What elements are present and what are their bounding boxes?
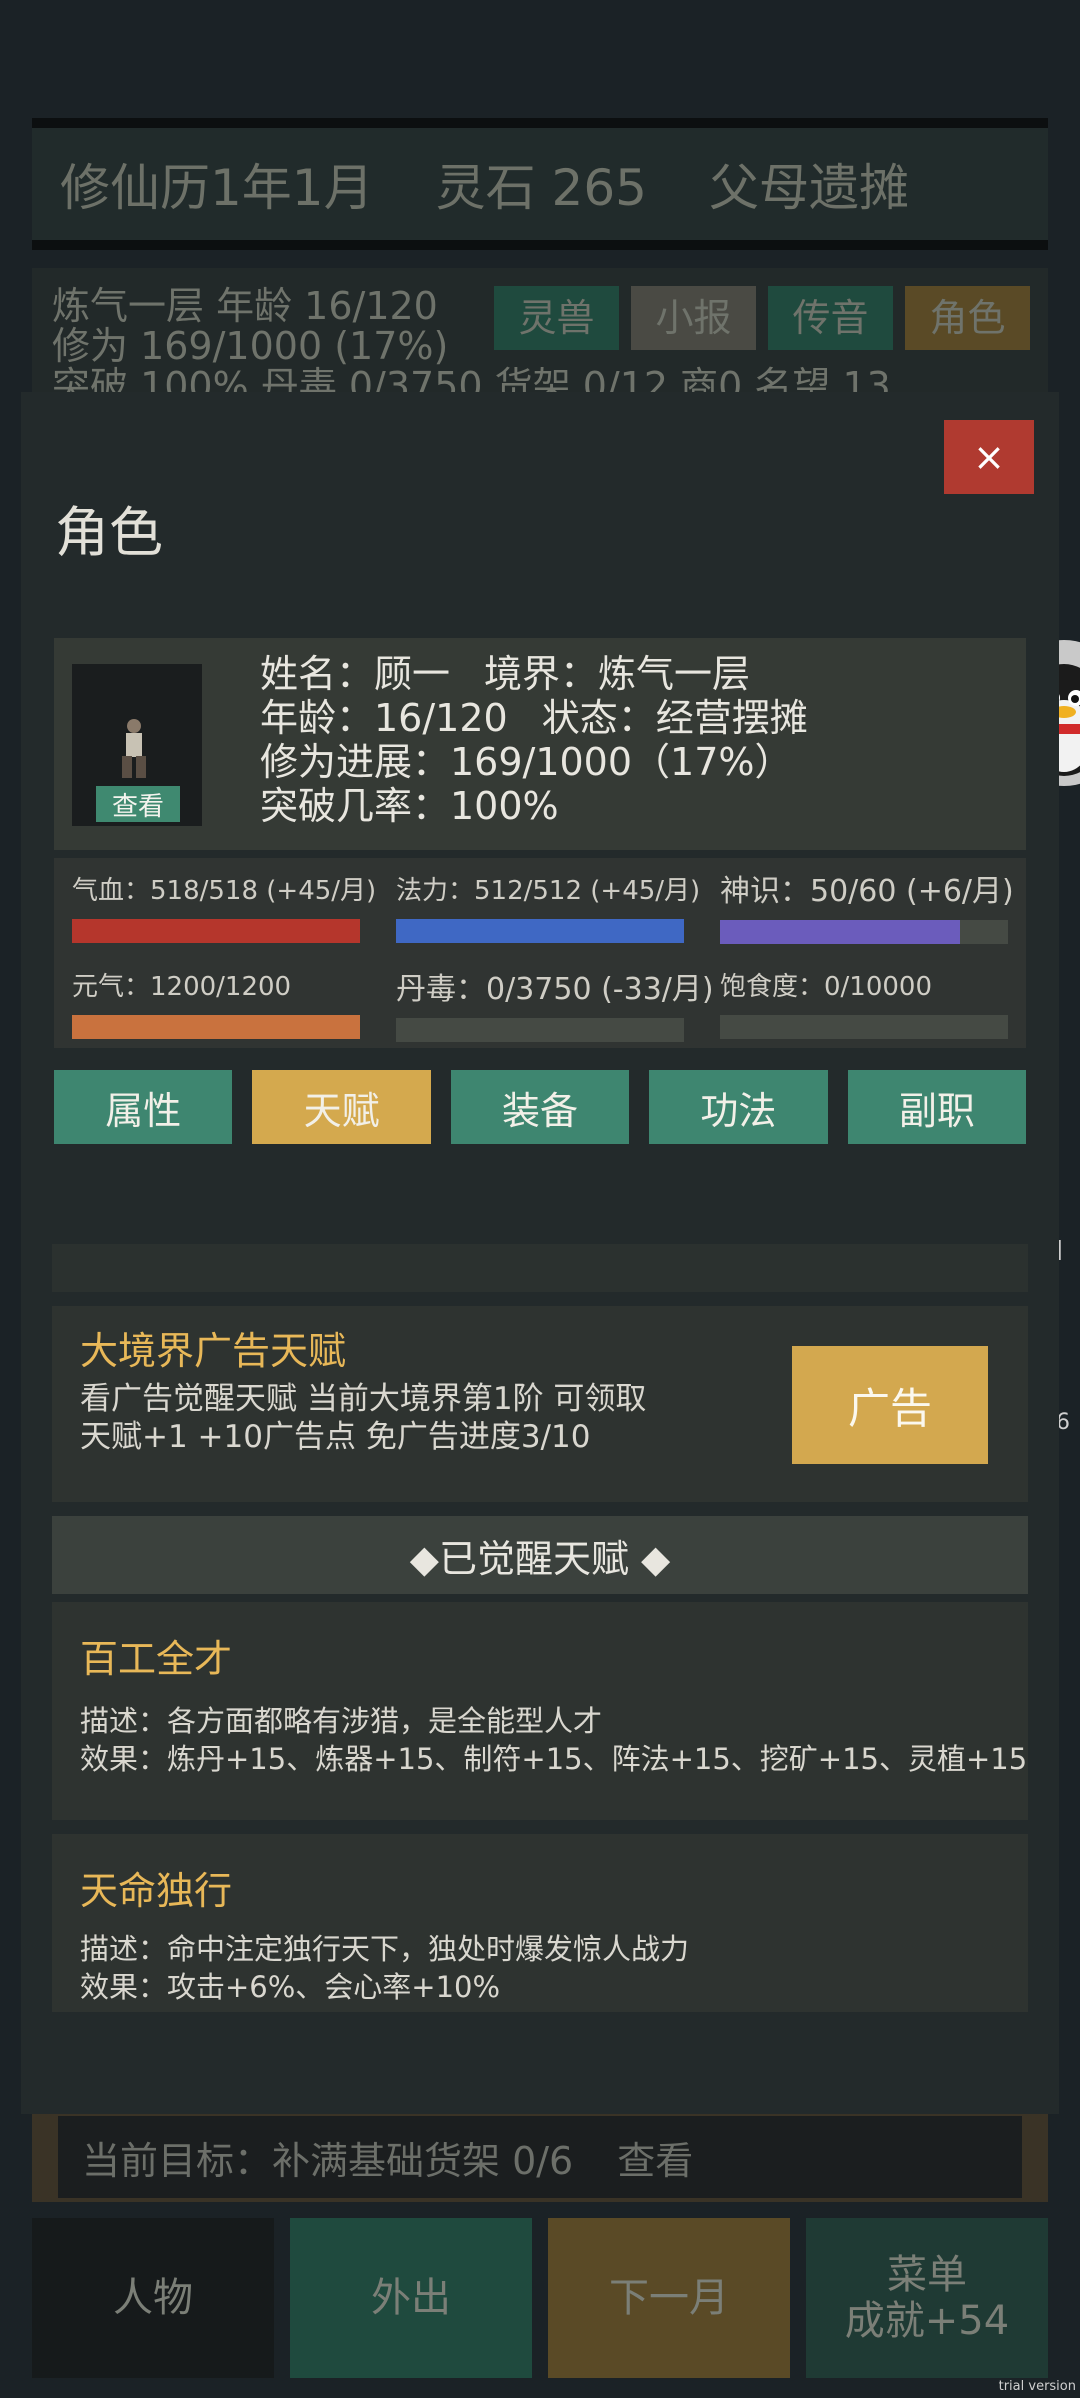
ad-card-desc: 看广告觉醒天赋 当前大境界第1阶 可领取 天赋+1 +10广告点 免广告进度3/… [80,1380,646,1456]
profile-age: 年龄：16/120 [260,696,508,740]
nav-next-month[interactable]: 下一月 [548,2218,790,2378]
tab-techniques[interactable]: 功法 [649,1070,828,1144]
talent-card: 百工全才 描述：各方面都略有涉猎，是全能型人才 效果：炼丹+15、炼器+15、制… [52,1602,1028,1820]
ad-card-title: 大境界广告天赋 [80,1329,347,1373]
nav-menu-achievements: 成就+54 [844,2298,1010,2344]
nav-menu-label: 菜单 [887,2252,967,2298]
character-tabs: 属性 天赋 装备 功法 副职 [54,1070,1027,1144]
status-tabs: 灵兽 小报 传音 角色 [494,286,1030,350]
watermark: trial version [998,2379,1076,2394]
stat-hp-track [72,919,360,943]
spirit-stones: 灵石 265 [435,159,647,217]
nav-go-out[interactable]: 外出 [290,2218,532,2378]
tab-talents[interactable]: 天赋 [252,1070,431,1144]
profile-breakthrough: 突破几率：100% [260,784,559,828]
ad-card-desc-line-2: 天赋+1 +10广告点 免广告进度3/10 [80,1419,591,1455]
stat-pill-toxin-label: 丹毒：0/3750 (-33/月) [396,972,714,1007]
stat-pill-toxin-track [396,1018,684,1042]
stat-vitality-label: 元气：1200/1200 [72,972,292,1002]
stat-satiety: 饱食度：0/10000 [720,966,1008,1039]
modal-title: 角色 [55,501,163,564]
ad-card-desc-line-1: 看广告觉醒天赋 当前大境界第1阶 可领取 [80,1381,647,1417]
tab-character[interactable]: 角色 [905,286,1030,350]
game-date: 修仙历1年1月 [60,159,374,217]
nav-character[interactable]: 人物 [32,2218,274,2378]
talent-name: 天命独行 [80,1869,233,1913]
location: 父母遗摊 [708,159,909,217]
stat-vitality: 元气：1200/1200 [72,966,360,1039]
stat-pill-toxin: 丹毒：0/3750 (-33/月) [396,964,714,1042]
stat-spirit: 神识：50/60 (+6/月) [720,866,1014,944]
talent-card: 天命独行 描述：命中注定独行天下，独处时爆发惊人战力 效果：攻击+6%、会心率+… [52,1834,1028,2012]
tab-spirit-beast[interactable]: 灵兽 [494,286,619,350]
talent-name: 百工全才 [80,1637,233,1681]
divider-bar [52,1244,1028,1292]
nav-next-month-label: 下一月 [609,2275,729,2321]
profile-state: 状态：经营摆摊 [541,696,808,740]
profile-name: 姓名：顾一 [260,652,451,696]
tab-news[interactable]: 小报 [631,286,756,350]
stat-hp-label: 气血：518/518 (+45/月) [72,876,377,906]
profile-info: 姓名：顾一 境界：炼气一层 年龄：16/120 状态：经营摆摊 修为进展：169/1… [260,652,808,828]
ad-talent-card: 大境界广告天赋 看广告觉醒天赋 当前大境界第1阶 可领取 天赋+1 +10广告点… [52,1306,1028,1502]
awakened-talents-header: ◆已觉醒天赋 ◆ [52,1516,1028,1594]
stat-mana-track [396,919,684,943]
close-button[interactable]: × [944,420,1034,494]
goal-text: 当前目标：补满基础货架 0/6 [82,2138,574,2183]
nav-menu[interactable]: 菜单 成就+54 [806,2218,1048,2378]
current-goal-bar: 当前目标：补满基础货架 0/6 查看 [32,2112,1048,2202]
stat-satiety-label: 饱食度：0/10000 [720,972,933,1002]
talent-effect: 效果：攻击+6%、会心率+10% [80,1970,501,2004]
talent-desc: 描述：各方面都略有涉猎，是全能型人才 [80,1704,603,1738]
nav-go-out-label: 外出 [371,2275,451,2321]
close-icon: × [973,435,1005,479]
nav-character-label: 人物 [113,2275,193,2321]
stat-satiety-track [720,1015,1008,1039]
stat-hp-fill [72,919,360,943]
view-character-button[interactable]: 查看 [96,786,180,822]
profile-realm: 境界：炼气一层 [484,652,751,696]
stat-vitality-track [72,1015,360,1039]
stat-spirit-track [720,920,1008,944]
top-info-bar: 修仙历1年1月 灵石 265 父母遗摊 [32,118,1048,250]
tab-equipment[interactable]: 装备 [450,1070,630,1144]
character-modal: × 角色 查看 姓名：顾一 境界：炼气一层 年龄：16/120 状态：经营摆摊 修为… [21,392,1059,2114]
goal-view-link[interactable]: 查看 [617,2130,693,2185]
profile-card: 查看 姓名：顾一 境界：炼气一层 年龄：16/120 状态：经营摆摊 修为进展：16… [54,638,1026,850]
stat-mana-fill [396,919,684,943]
stat-vitality-fill [72,1015,360,1039]
tab-side-jobs[interactable]: 副职 [847,1070,1027,1144]
watch-ad-button[interactable]: 广告 [792,1346,988,1464]
stat-spirit-label: 神识：50/60 (+6/月) [720,874,1014,909]
character-portrait[interactable]: 查看 [72,664,202,826]
stats-panel: 气血：518/518 (+45/月) 法力：512/512 (+45/月) 神识… [54,858,1026,1048]
stat-mana-label: 法力：512/512 (+45/月) [396,876,701,906]
stat-hp: 气血：518/518 (+45/月) [72,870,377,943]
bottom-nav: 人物 外出 下一月 菜单 成就+54 [32,2218,1048,2378]
stat-mana: 法力：512/512 (+45/月) [396,870,701,943]
profile-progress: 修为进展：169/1000（17%） [260,740,793,784]
tab-messages[interactable]: 传音 [768,286,893,350]
talent-effect: 效果：炼丹+15、炼器+15、制符+15、阵法+15、挖矿+15、灵植+15 [80,1742,1028,1776]
character-figure-icon [122,719,146,778]
tab-attributes[interactable]: 属性 [54,1070,233,1144]
talent-desc: 描述：命中注定独行天下，独处时爆发惊人战力 [80,1932,690,1966]
stat-spirit-fill [720,920,960,944]
